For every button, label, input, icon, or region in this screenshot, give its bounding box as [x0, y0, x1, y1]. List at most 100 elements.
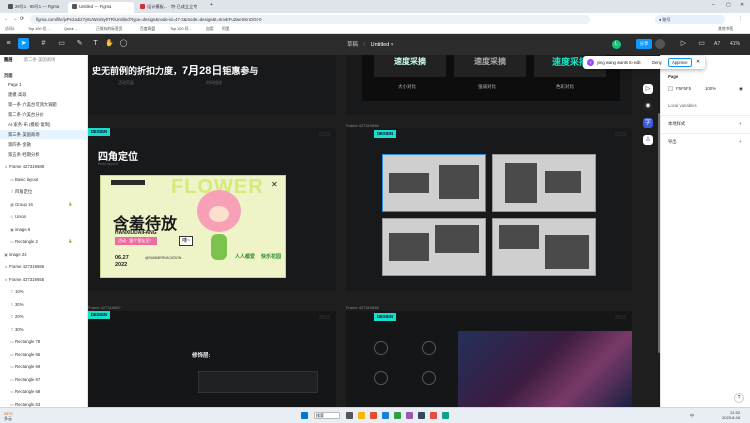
local-variables[interactable]: Local variables	[668, 103, 697, 108]
page-item[interactable]: 第四条·金融	[0, 140, 87, 149]
color-hex-value[interactable]: F5F5F5	[676, 86, 691, 91]
eye-icon[interactable]: ◉	[739, 86, 743, 92]
lock-icon[interactable]: 🔒	[68, 200, 72, 209]
toolbar-badge[interactable]: A7	[714, 41, 720, 47]
layer-item[interactable]: ▭Rectangle 2 🔒	[0, 237, 87, 246]
layer-item[interactable]: ▭Basic layout	[0, 175, 87, 184]
profile-chip[interactable]: ● 账号	[655, 15, 725, 24]
browser-tab-3[interactable]: 设计模板... · 特·已成立立专	[136, 2, 206, 13]
text-tool-icon[interactable]: T	[90, 38, 101, 49]
layer-item[interactable]: T 10%	[0, 287, 87, 296]
layer-item[interactable]: # Frame 427319655	[0, 275, 87, 284]
bookmark-item[interactable]: 已保存的标签页	[96, 27, 123, 32]
menu-kebab-icon[interactable]: ⋮	[738, 16, 743, 22]
frame-label[interactable]: Frame 427319687	[88, 305, 121, 310]
layer-item[interactable]: T 30%	[0, 300, 87, 309]
bookmark-item[interactable]: 阿里	[222, 27, 230, 32]
color-swatch[interactable]	[668, 86, 673, 91]
layer-item[interactable]: T 20%	[0, 312, 87, 321]
page-item[interactable]: 第二条·六美台分价	[0, 110, 87, 119]
page-item[interactable]: Page 1	[0, 80, 87, 89]
layer-item[interactable]: ▦Group 16 🔒	[0, 200, 87, 209]
deny-button[interactable]: Deny	[650, 59, 664, 66]
page-item[interactable]: AI·家务·布 (模板·复制)	[0, 120, 87, 129]
frame-tool-icon[interactable]: #	[38, 38, 49, 49]
layout-box-4[interactable]	[492, 218, 596, 276]
close-icon[interactable]: ✕	[696, 59, 700, 65]
back-icon[interactable]: ←	[4, 16, 9, 22]
bookmark-item[interactable]: Top 100 位 ...	[28, 27, 51, 32]
layout-box-3[interactable]	[382, 218, 486, 276]
frame-label[interactable]: Frame 427319688	[346, 305, 379, 310]
file-explorer-icon[interactable]	[358, 412, 365, 419]
zoom-level[interactable]: 41%	[730, 41, 740, 47]
page-item[interactable]: 第一条·六美台可测大调题	[0, 100, 87, 109]
taskbar-search[interactable]: 搜索	[314, 412, 340, 419]
add-export-icon[interactable]: +	[739, 139, 742, 144]
design-canvas[interactable]: 史无前例的折扣力度，7月28日钜惠参与 活动页面 时间描述 速度采摘 速度采摘 …	[88, 55, 660, 407]
layer-item[interactable]: # Frame 427319686	[0, 262, 87, 271]
url-field[interactable]: figma.com/file/jxPe2a4i27y6UWxn5y0TR/Unt…	[30, 15, 590, 24]
app-icon[interactable]	[442, 412, 449, 419]
windows-start-icon[interactable]	[301, 412, 308, 419]
dev-mode-icon[interactable]: ▭	[696, 38, 707, 49]
app-icon[interactable]	[394, 412, 401, 419]
frame-bottom-left[interactable]: DESIGN 2023 修饰层:	[88, 311, 336, 407]
page-item[interactable]: 第三条·美国商场	[0, 130, 87, 139]
present-icon[interactable]: ▷	[678, 38, 689, 49]
layout-box-1[interactable]	[382, 154, 486, 212]
maximize-icon[interactable]: ▢	[726, 2, 731, 8]
move-tool-icon[interactable]: ➤	[18, 38, 29, 49]
tab-current-page[interactable]: 第二条·美国商场	[24, 57, 56, 62]
close-window-icon[interactable]: ✕	[740, 2, 744, 8]
bookmark-item[interactable]: Top 100 问 ...	[170, 27, 193, 32]
app-icon[interactable]	[430, 412, 437, 419]
bookmark-item[interactable]: 自用	[206, 27, 214, 32]
add-style-icon[interactable]: +	[739, 121, 742, 126]
tab-layers[interactable]: 图层	[4, 57, 13, 62]
weather-widget[interactable]: 26°C 多云	[4, 411, 13, 422]
lock-icon[interactable]: 🔒	[68, 237, 72, 246]
minimize-icon[interactable]: –	[712, 2, 715, 8]
hand-tool-icon[interactable]: ✋	[104, 38, 115, 49]
layer-item[interactable]: ▣image 24	[0, 250, 87, 259]
user-avatar[interactable]	[655, 39, 665, 49]
app-icon[interactable]	[370, 412, 377, 419]
layer-item[interactable]: # Frame 427319688	[0, 162, 87, 171]
avatar[interactable]: L	[612, 40, 621, 49]
app-icon[interactable]	[406, 412, 413, 419]
clock[interactable]: 21:02 2023-8-16	[722, 410, 740, 420]
bookmark-item[interactable]: 其他书签	[718, 27, 733, 32]
reload-icon[interactable]: ⟳	[20, 16, 24, 22]
forward-icon[interactable]: →	[12, 16, 17, 22]
frame-top-left[interactable]: 史无前例的折扣力度，7月28日钜惠参与 活动页面 时间描述	[88, 55, 336, 115]
layer-item[interactable]: ▣image 6	[0, 225, 87, 234]
page-item[interactable]: 第五条·经期分析	[0, 150, 87, 159]
layer-item[interactable]: ▭Rectangle 69	[0, 362, 87, 371]
share-button[interactable]: 分享	[636, 39, 652, 49]
edge-icon[interactable]	[382, 412, 389, 419]
page-item[interactable]: 建模·高段	[0, 90, 87, 99]
frame-layout-grid[interactable]: DESIGN 2023	[346, 128, 632, 291]
help-icon[interactable]: ?	[734, 393, 744, 403]
comment-tool-icon[interactable]: ◯	[118, 38, 129, 49]
plugin-arrow-icon[interactable]: ▷	[643, 84, 653, 94]
plugin-person-icon[interactable]: ♙	[643, 135, 653, 145]
pen-tool-icon[interactable]: ✎	[74, 38, 85, 49]
frame-bottom-right[interactable]: DESIGN 2023	[346, 311, 632, 407]
plugin-camera-icon[interactable]: ◉	[643, 101, 653, 111]
layer-item[interactable]: ▭Rectangle 78	[0, 337, 87, 346]
layer-item[interactable]: ◇Union	[0, 212, 87, 221]
app-icon[interactable]	[418, 412, 425, 419]
new-tab-button[interactable]: +	[210, 2, 213, 8]
layer-item[interactable]: ▭Rectangle 63	[0, 400, 87, 408]
flower-poster[interactable]: FLOWER 含羞待放 HANXIUDAIFANG 活动 · 跟个朋友见！ 06…	[100, 175, 286, 278]
color-opacity[interactable]: 100%	[705, 86, 716, 91]
shape-tool-icon[interactable]: ▭	[56, 38, 67, 49]
layer-item[interactable]: ▭Rectangle 67	[0, 375, 87, 384]
task-view-icon[interactable]	[346, 412, 353, 419]
frame-four-corners[interactable]: DESIGN 2023 四角定位 Best layout FLOWER 含羞待放…	[88, 128, 336, 291]
layer-item[interactable]: ▭Rectangle 68	[0, 387, 87, 396]
bookmark-item[interactable]: 百度网盘	[140, 27, 155, 32]
plugin-text-icon[interactable]: 字	[643, 118, 653, 128]
